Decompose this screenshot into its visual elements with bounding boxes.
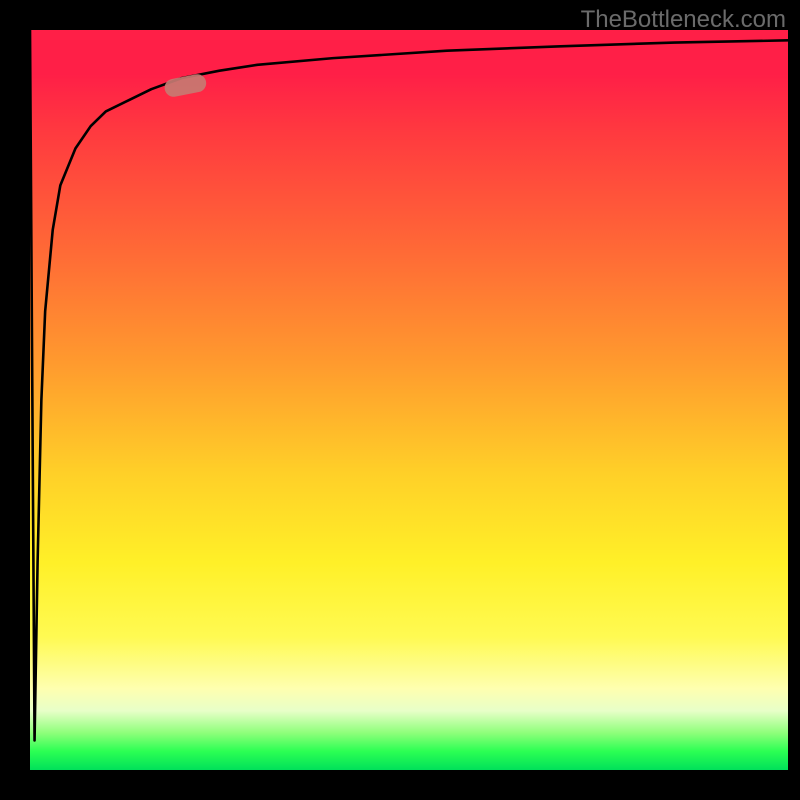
bottleneck-curve [30,30,788,740]
plot-area [30,30,788,770]
chart-frame: TheBottleneck.com [0,0,800,800]
curve-layer [30,30,788,770]
curve-marker [163,73,208,99]
